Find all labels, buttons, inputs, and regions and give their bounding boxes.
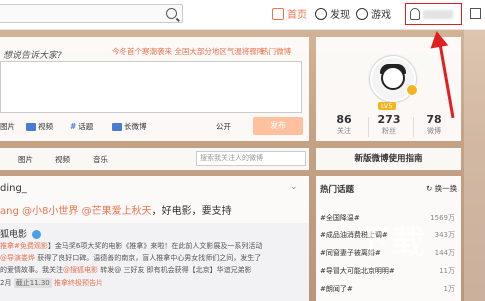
feed-text-suffix: ，好电影，要支持 xyxy=(151,206,232,217)
feed-text: ang @小8小世界 @芒果爱上秋天，好电影，要支持 xyxy=(0,202,232,217)
topic-count: 1万 xyxy=(443,285,455,293)
deadline-badge: 截止11.30 xyxy=(13,278,52,288)
nav-home-label: 首页 xyxy=(287,10,307,21)
tool-image[interactable]: 图片 xyxy=(0,121,15,132)
quoted-line: 推拿#免费观影】金马奖6项大奖的电影《推拿》来啦！在此前人文影展及一系列活动 xyxy=(0,241,262,251)
search-box[interactable] xyxy=(0,4,183,23)
feed-text-prefix[interactable]: ang xyxy=(0,206,19,217)
composer-prompt: 想说告诉大家? xyxy=(3,51,62,61)
quoted-text: 的爱情故事。我关注 xyxy=(0,266,63,274)
new-version-guide-link[interactable]: 新版微博使用指南 xyxy=(316,148,461,170)
stat-label: 粉丝 xyxy=(382,127,396,135)
quoted-text: 获得了良好口碑。温德善的南京，盲人推拿中心男女找师们之间，发生了 xyxy=(35,254,262,262)
quoted-source-name: 狐电影 xyxy=(0,230,28,240)
video-icon xyxy=(26,122,36,131)
stat-value: 86 xyxy=(336,113,352,126)
verified-icon xyxy=(31,230,41,239)
quoted-text: 2月 xyxy=(0,279,12,287)
tool-image-label: 图片 xyxy=(0,122,15,131)
trailer-link[interactable]: 推拿终极预告片 xyxy=(54,279,103,287)
send-button[interactable]: 发布 xyxy=(253,117,303,135)
top-navigation-bar: 首页 发现 游戏 xyxy=(0,0,485,30)
hot-topic-item[interactable]: #朗闻了# 1万 xyxy=(320,284,455,294)
topic-name: #全国降温# xyxy=(320,214,360,222)
hot-weibo-link[interactable]: 热门微博 xyxy=(261,46,291,57)
user-profile-link[interactable] xyxy=(405,3,462,25)
quoted-link[interactable]: @导演娄烨 xyxy=(0,254,35,262)
quoted-text: 】金马奖6项大奖的电影《推拿》来啦！在此前人文影展及一系列活动 xyxy=(47,242,263,250)
quoted-line: 的爱情故事。我关注@搜狐电影 转发@ 三好友 即有机会获得【北京】华谊兄弟影 xyxy=(0,265,252,275)
tool-video[interactable]: 视频 xyxy=(26,121,53,132)
game-icon xyxy=(356,7,368,20)
topic-count: 343万 xyxy=(434,231,455,239)
visibility-select[interactable]: 公开 xyxy=(216,121,231,132)
quoted-line: 2月 截止11.30 推拿终极预告片 xyxy=(0,278,103,288)
feed-author-name[interactable]: ding_ xyxy=(0,183,27,194)
feed-item: ding_ ⌄ ang @小8小世界 @芒果爱上秋天，好电影，要支持 狐电影 推… xyxy=(0,176,309,301)
feed-search-input[interactable]: 搜索我关注人的微博 xyxy=(196,151,306,166)
quoted-source[interactable]: 狐电影 xyxy=(0,227,41,240)
annotation-arrow-head xyxy=(427,29,449,49)
composer-textarea[interactable] xyxy=(0,61,302,113)
tool-topic-label: 话题 xyxy=(78,122,94,131)
avatar-face xyxy=(381,66,405,90)
stat-label: 微博 xyxy=(427,127,441,135)
mention-link[interactable]: @小8小世界 xyxy=(22,206,78,217)
quoted-link[interactable]: @搜狐电影 xyxy=(63,266,98,274)
stat-following[interactable]: 86 关注 xyxy=(320,113,368,136)
topic-count: 144万 xyxy=(434,249,455,257)
nav-home[interactable]: 首页 xyxy=(272,6,307,21)
user-icon xyxy=(410,8,420,20)
level-badge[interactable]: LV5 xyxy=(378,102,396,110)
nav-discover[interactable]: 发现 xyxy=(315,6,350,21)
quoted-line: @导演娄烨 获得了良好口碑。温德善的南京，盲人推拿中心男女找师们之间，发生了 xyxy=(0,253,261,263)
right-scroll-strip[interactable] xyxy=(464,29,485,301)
mention-link[interactable]: @芒果爱上秋天 xyxy=(82,206,152,217)
tool-topic[interactable]: # 话题 xyxy=(70,121,93,132)
topic-count: 11万 xyxy=(439,267,455,275)
nav-game[interactable]: 游戏 xyxy=(356,6,391,21)
search-icon[interactable] xyxy=(166,8,177,19)
tool-video-label: 视频 xyxy=(38,122,53,131)
feed-filter-tabs: 图片 视频 音乐 搜索我关注人的微博 xyxy=(0,148,309,170)
edit-icon[interactable] xyxy=(470,8,481,19)
topic-name: #导冒大可能北京明明# xyxy=(320,267,395,275)
stat-label: 关注 xyxy=(337,127,351,135)
hot-tip-link[interactable]: 今冬首个寒潮袭来 全国大部分地区气温将骤降 xyxy=(112,46,264,57)
tool-longpost[interactable]: 长微博 xyxy=(112,121,147,132)
refresh-label: 换一换 xyxy=(434,184,458,193)
home-icon xyxy=(272,7,284,20)
quoted-link[interactable]: 推拿#免费观影 xyxy=(0,242,48,250)
nav-game-label: 游戏 xyxy=(371,10,391,21)
compass-icon xyxy=(315,7,327,20)
stat-fans[interactable]: 273 粉丝 xyxy=(365,113,413,136)
tool-longpost-label: 长微博 xyxy=(124,122,147,131)
long-post-icon xyxy=(112,122,122,131)
refresh-button[interactable]: ↻ 换一换 xyxy=(426,183,457,194)
hash-icon: # xyxy=(70,122,77,131)
verified-badge-icon xyxy=(406,84,418,96)
chevron-down-icon[interactable]: ⌄ xyxy=(290,182,298,192)
watermark: 下载 xyxy=(355,223,427,263)
topic-count: 1569万 xyxy=(430,214,455,222)
quoted-text: 转发@ 三好友 即有机会获得【北京】华谊兄弟影 xyxy=(98,266,252,274)
blurred-username xyxy=(423,10,453,19)
hot-topic-item[interactable]: #导冒大可能北京明明# 11万 xyxy=(320,266,455,276)
tab-videos[interactable]: 视频 xyxy=(55,154,70,165)
tab-music[interactable]: 音乐 xyxy=(93,154,108,165)
nav-discover-label: 发现 xyxy=(330,10,350,21)
tab-images[interactable]: 图片 xyxy=(18,154,33,165)
hot-topics-title: 热门话题 xyxy=(320,185,355,195)
stat-value: 273 xyxy=(377,113,401,126)
topic-name: #朗闻了# xyxy=(320,285,353,293)
quoted-post: 狐电影 推拿#免费观影】金马奖6项大奖的电影《推拿》来啦！在此前人文影展及一系列… xyxy=(0,223,309,301)
post-composer: 想说告诉大家? 今冬首个寒潮袭来 全国大部分地区气温将骤降 热门微博 图片 视频… xyxy=(0,37,309,141)
